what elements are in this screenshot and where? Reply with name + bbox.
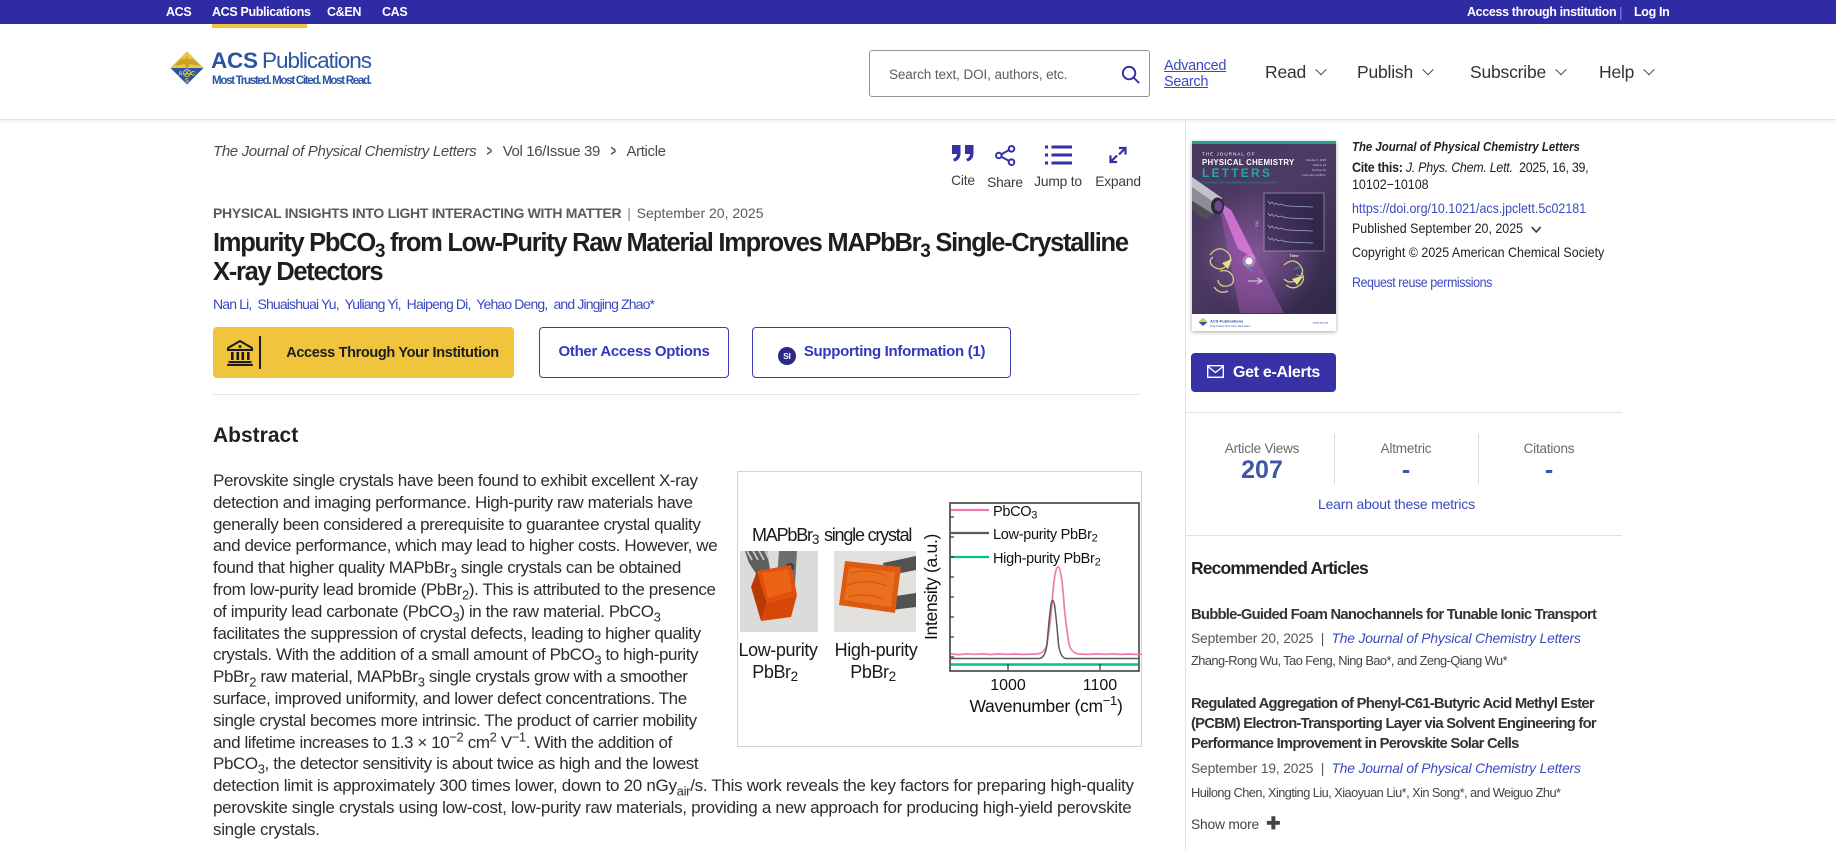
svg-text:C: C — [191, 71, 196, 78]
svg-text:MAPbBr3 single crystal: MAPbBr3 single crystal — [752, 525, 911, 547]
svg-text:Time: Time — [1289, 253, 1299, 258]
svg-text:Number 39: Number 39 — [1312, 168, 1326, 172]
svg-text:Volume 16: Volume 16 — [1313, 163, 1327, 167]
svg-text:A: A — [178, 71, 183, 78]
svg-text:October 2, 2025: October 2, 2025 — [1306, 158, 1327, 162]
svg-text:Intensity (a.u.): Intensity (a.u.) — [921, 534, 941, 640]
svg-text:pubs.acs.org/JPCL: pubs.acs.org/JPCL — [1302, 173, 1326, 177]
svg-text:Most Trusted. Most Cited. Most: Most Trusted. Most Cited. Most Read. — [1210, 325, 1250, 328]
svg-text:Wavenumber (cm−1): Wavenumber (cm−1) — [969, 693, 1122, 716]
svg-text:Low-purity: Low-purity — [738, 640, 817, 660]
svg-text:G(t): G(t) — [1255, 221, 1259, 227]
svg-text:High-purity PbBr2: High-purity PbBr2 — [993, 551, 1101, 569]
svg-text:Most Trusted. Most Cited. Most: Most Trusted. Most Cited. Most Read. — [212, 75, 372, 87]
svg-text:LETTERS: LETTERS — [1202, 166, 1272, 180]
svg-text:PbCO3: PbCO3 — [993, 504, 1037, 522]
svg-text:Low-purity PbBr2: Low-purity PbBr2 — [993, 527, 1098, 545]
svg-text:High-purity: High-purity — [835, 640, 918, 660]
svg-text:S: S — [185, 78, 189, 85]
svg-text:ACS Publications: ACS Publications — [1210, 319, 1244, 324]
svg-text:ACS: ACS — [211, 48, 258, 73]
svg-text:pubs.acs.org: pubs.acs.org — [1313, 321, 1328, 325]
svg-text:THE JOURNAL OF: THE JOURNAL OF — [1202, 152, 1255, 157]
svg-text:1100: 1100 — [1083, 677, 1118, 694]
svg-text:A JOURNAL OF THE AMERICAN CHEM: A JOURNAL OF THE AMERICAN CHEMICAL SOCIE… — [1202, 181, 1278, 185]
svg-text:Publications: Publications — [262, 48, 372, 73]
svg-text:1000: 1000 — [990, 677, 1026, 694]
